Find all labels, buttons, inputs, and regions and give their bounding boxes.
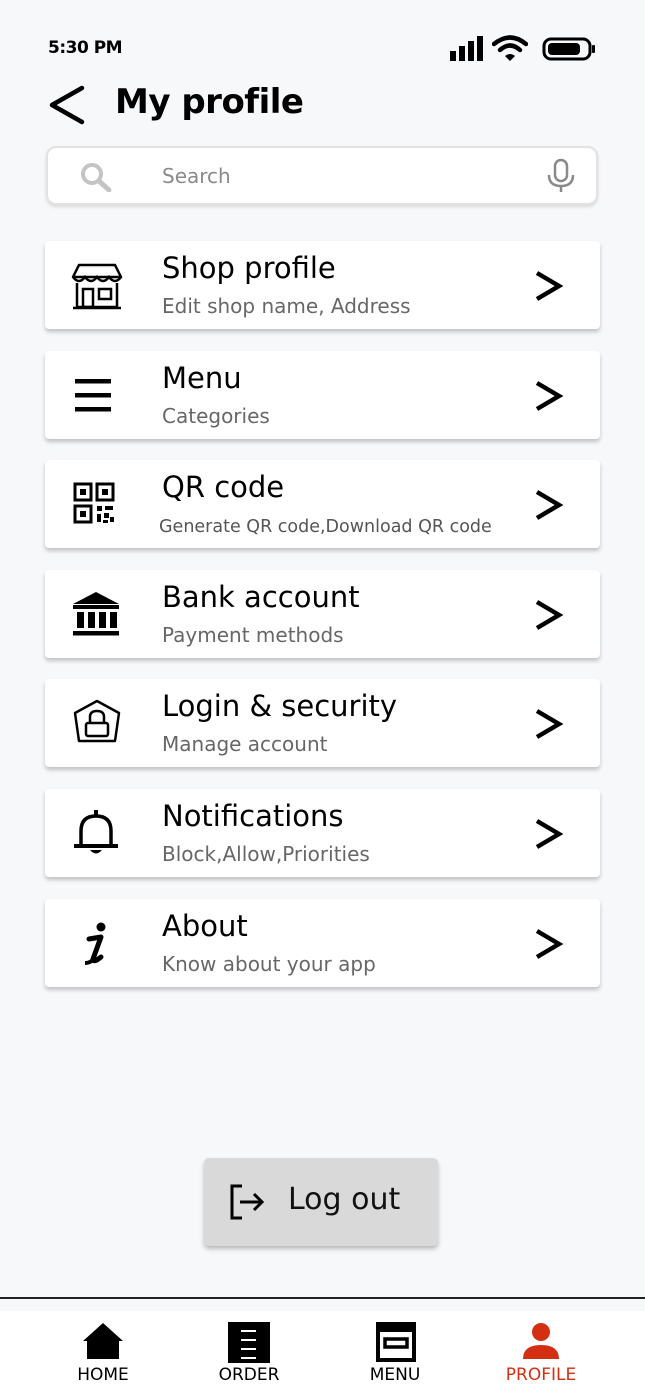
menu-item-subtitle: Payment methods <box>162 622 344 647</box>
menu-item-subtitle: Manage account <box>162 732 328 757</box>
back-arrow-icon[interactable] <box>46 84 88 126</box>
search-icon <box>81 163 112 192</box>
status-time: 5:30 PM <box>48 38 123 58</box>
battery-icon <box>542 37 595 61</box>
header: My profile <box>0 80 645 130</box>
menu-item-title: QR code <box>162 470 285 505</box>
menu-item-title: Menu <box>162 360 242 395</box>
chevron-right-icon <box>535 928 564 959</box>
menu-item-title: Shop profile <box>162 251 336 285</box>
signal-icon <box>450 36 483 61</box>
nav-item-home[interactable]: HOME <box>43 1311 163 1398</box>
info-icon <box>84 922 106 965</box>
bottom-nav-divider <box>0 1297 645 1299</box>
menu-item-subtitle: Generate QR code,Download QR code <box>159 517 492 538</box>
bank-icon <box>73 591 119 636</box>
bell-icon <box>74 809 118 854</box>
nav-item-profile[interactable]: PROFILE <box>481 1311 601 1398</box>
microphone-icon[interactable] <box>544 158 578 194</box>
chevron-right-icon <box>535 819 564 849</box>
menu-item-title: Login & security <box>162 689 398 724</box>
status-bar: 5:30 PM <box>0 0 645 80</box>
status-icons <box>450 35 600 63</box>
lock-icon <box>73 700 121 743</box>
menu-card-icon <box>376 1322 416 1362</box>
chevron-right-icon <box>535 271 564 301</box>
nav-label: MENU <box>369 1365 421 1385</box>
nav-label: PROFILE <box>505 1365 577 1385</box>
menu-item-notifications[interactable]: Notifications Block,Allow,Priorities <box>45 788 600 877</box>
menu-item-subtitle: Know about your app <box>162 951 376 976</box>
order-icon <box>228 1322 270 1363</box>
menu-item-title: Bank account <box>162 579 360 614</box>
logout-label: Log out <box>288 1182 401 1217</box>
menu-item-about[interactable]: About Know about your app <box>45 898 600 987</box>
search-input[interactable] <box>162 160 522 192</box>
logout-button[interactable]: Log out <box>204 1158 438 1246</box>
profile-menu-list: Shop profile Edit shop name, Address Men… <box>45 241 600 1008</box>
shop-icon <box>71 263 123 310</box>
menu-item-subtitle: Edit shop name, Address <box>162 294 411 318</box>
qr-code-icon <box>73 482 115 524</box>
menu-item-qr-code[interactable]: QR code Generate QR code,Download QR cod… <box>45 460 600 549</box>
page-title: My profile <box>115 82 304 122</box>
home-icon <box>83 1323 123 1359</box>
menu-item-shop-profile[interactable]: Shop profile Edit shop name, Address <box>45 241 600 329</box>
nav-label: ORDER <box>218 1365 280 1385</box>
menu-item-subtitle: Categories <box>162 403 270 428</box>
menu-item-subtitle: Block,Allow,Priorities <box>162 841 370 866</box>
chevron-right-icon <box>535 490 564 521</box>
wifi-icon <box>492 35 528 61</box>
person-icon <box>523 1323 559 1359</box>
menu-lines-icon <box>75 378 111 412</box>
chevron-right-icon <box>535 599 564 630</box>
chevron-right-icon <box>535 709 564 740</box>
menu-item-login-security[interactable]: Login & security Manage account <box>45 679 600 768</box>
menu-item-menu[interactable]: Menu Categories <box>45 350 600 439</box>
menu-item-bank-account[interactable]: Bank account Payment methods <box>45 569 600 658</box>
menu-item-title: Notifications <box>162 798 344 833</box>
bottom-nav: HOME ORDER MENU PROFILE <box>0 1311 645 1398</box>
logout-icon <box>230 1184 265 1220</box>
nav-item-menu[interactable]: MENU <box>335 1311 455 1398</box>
nav-label: HOME <box>77 1365 129 1385</box>
search-bar[interactable] <box>46 146 598 205</box>
menu-item-title: About <box>162 908 248 943</box>
chevron-right-icon <box>535 380 564 411</box>
nav-item-order[interactable]: ORDER <box>189 1311 309 1398</box>
